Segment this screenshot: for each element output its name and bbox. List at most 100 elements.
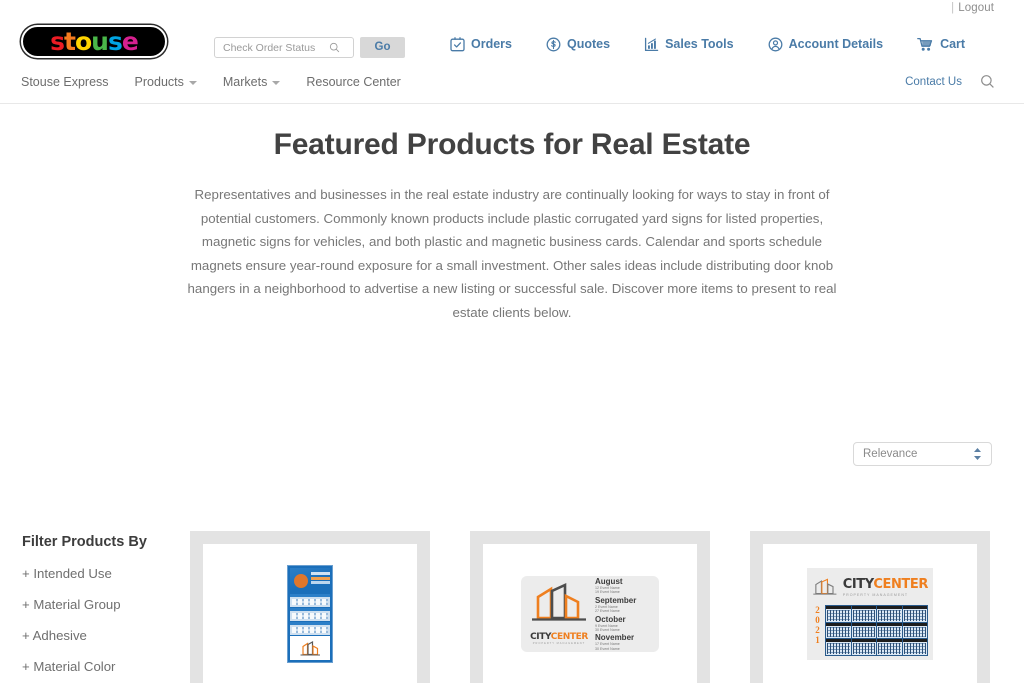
product-card-inner: Professional Sports Schedule Magnets	[203, 544, 417, 683]
filter-intended-use[interactable]: + Intended Use	[22, 566, 172, 581]
sports-schedule-magnet-graphic	[287, 565, 333, 663]
subnav-item-markets[interactable]: Markets	[222, 75, 281, 89]
subnav-label-resource-center: Resource Center	[306, 75, 401, 89]
calendar-month-cell	[902, 606, 927, 622]
schedule-row	[290, 608, 330, 621]
calendar-month-cell	[826, 639, 851, 655]
schedule-row	[290, 594, 330, 607]
city-center-schedule-magnet-graphic: CITYCENTER PROPERTY MANAGEMENT August 12…	[521, 576, 659, 652]
magnet-header-text	[311, 572, 330, 575]
nav-cart-label: Cart	[940, 37, 966, 51]
year-digit: 1	[815, 635, 820, 645]
product-card-calendar-magnets[interactable]: CITYCENTER PROPERTY MANAGEMENT 2 0 2 1	[750, 531, 990, 683]
nav-account-details-label: Account Details	[788, 37, 884, 51]
calendar-month-cell	[851, 606, 876, 622]
nav-quotes[interactable]: Quotes	[546, 37, 610, 52]
chevron-down-icon	[188, 81, 197, 85]
year-digit: 2	[815, 605, 820, 615]
magnet-footer-logo-panel	[290, 636, 330, 660]
product-card-professional-sports-schedule-magnets[interactable]: Professional Sports Schedule Magnets	[190, 531, 430, 683]
filter-adhesive[interactable]: + Adhesive	[22, 628, 172, 643]
building-logo-icon	[532, 583, 586, 621]
nav-orders[interactable]: Orders	[450, 36, 512, 52]
month-event: 30 Event Name	[595, 646, 620, 651]
building-logo-icon	[813, 577, 837, 595]
go-button[interactable]: Go	[360, 37, 405, 58]
brand-secondary: CENTER	[550, 632, 589, 643]
secondary-nav-items: Stouse Express Products Markets Resource…	[21, 75, 401, 89]
nav-sales-tools-label: Sales Tools	[665, 37, 734, 51]
filter-material-color[interactable]: + Material Color	[22, 659, 172, 674]
calendar-month-cell	[877, 622, 902, 639]
chevron-down-icon	[272, 81, 281, 85]
year-digit: 2	[815, 625, 820, 635]
month-name: August	[595, 576, 623, 586]
calendar-month-cell	[877, 606, 902, 622]
basketball-icon	[294, 574, 308, 588]
bar-chart-icon	[645, 37, 659, 51]
month-name: September	[595, 595, 637, 605]
header-nav: Orders Quotes Sales Tools Account Detail…	[450, 36, 965, 52]
order-status-input[interactable]	[221, 40, 329, 55]
nav-account-details[interactable]: Account Details	[768, 37, 883, 52]
calendar-month-cell	[851, 622, 876, 639]
calendar-year: 2 0 2 1	[812, 605, 823, 656]
calendar-month-cell	[826, 606, 851, 622]
month-block: August 12 Event Name 19 Event Name	[595, 577, 651, 595]
subnav-label-stouse-express: Stouse Express	[21, 75, 109, 89]
logo-letter-t: t	[64, 26, 76, 56]
logo-letter-e: e	[121, 26, 139, 56]
calendar-header: CITYCENTER PROPERTY MANAGEMENT	[812, 572, 928, 602]
product-thumbnail-sports-schedule-magnet	[203, 544, 417, 683]
calendar-month-cell	[902, 622, 927, 639]
calendar-month-cell	[877, 639, 902, 655]
calendar-month-cell	[851, 639, 876, 655]
calendar-month-grid	[825, 605, 928, 656]
subnav-item-stouse-express[interactable]: Stouse Express	[21, 75, 109, 89]
page-intro-text: Representatives and businesses in the re…	[187, 187, 837, 320]
product-card-schedule-magnets[interactable]: CITYCENTER PROPERTY MANAGEMENT August 12…	[470, 531, 710, 683]
nav-sales-tools[interactable]: Sales Tools	[644, 37, 734, 52]
month-name: October	[595, 614, 626, 624]
building-logo-icon	[300, 640, 320, 655]
calendar-month-cell	[826, 622, 851, 639]
month-block: November 17 Event Name 30 Event Name	[595, 633, 651, 651]
subnav-item-products[interactable]: Products	[135, 75, 197, 89]
brand-tagline: PROPERTY MANAGEMENT	[842, 593, 909, 598]
filter-material-group[interactable]: + Material Group	[22, 597, 172, 612]
orders-bag-icon	[450, 37, 465, 52]
logo-letter-u: u	[91, 26, 109, 56]
contact-us-link[interactable]: Contact Us	[905, 76, 962, 88]
product-card-inner: CITYCENTER PROPERTY MANAGEMENT 2 0 2 1	[763, 544, 977, 683]
brand-tagline: PROPERTY MANAGEMENT	[532, 642, 586, 646]
nav-orders-label: Orders	[471, 37, 512, 51]
nav-cart[interactable]: Cart	[917, 37, 965, 52]
logo-letter-s2: s	[107, 26, 123, 56]
subnav-item-resource-center[interactable]: Resource Center	[306, 75, 401, 89]
sort-control[interactable]: Relevance Name Newest	[853, 442, 992, 466]
top-utility-bar: | Logout	[0, 0, 1024, 14]
order-status-search[interactable]	[214, 37, 354, 58]
logo-letter-o: o	[74, 26, 92, 56]
brand-lockup: CITYCENTER PROPERTY MANAGEMENT	[529, 582, 589, 646]
search-icon[interactable]	[980, 74, 995, 89]
sort-select[interactable]: Relevance Name Newest	[853, 442, 992, 466]
secondary-nav: Stouse Express Products Markets Resource…	[0, 63, 1024, 104]
shopping-cart-icon	[917, 37, 933, 51]
stouse-logo[interactable]: stouse	[21, 25, 167, 58]
subnav-label-markets: Markets	[222, 75, 268, 89]
filter-sidebar: Filter Products By + Intended Use + Mate…	[22, 534, 172, 683]
brand-primary: CITY	[530, 632, 551, 643]
account-circle-icon	[768, 37, 783, 51]
brand-text: CITYCENTER PROPERTY MANAGEMENT	[842, 576, 929, 598]
month-block: September 2 Event Name 27 Event Name	[595, 596, 651, 614]
logo-letter-s1: s	[50, 26, 65, 56]
product-grid: Professional Sports Schedule Magnets	[190, 531, 990, 683]
site-header: stouse Go Orders Quotes	[0, 12, 1024, 63]
city-center-calendar-magnet-graphic: CITYCENTER PROPERTY MANAGEMENT 2 0 2 1	[807, 568, 933, 660]
year-digit: 0	[815, 615, 820, 625]
month-event: 30 Event Name	[595, 627, 620, 632]
brand-primary: CITY	[842, 577, 874, 593]
search-icon	[329, 42, 340, 53]
magnet-header-band	[290, 568, 330, 593]
